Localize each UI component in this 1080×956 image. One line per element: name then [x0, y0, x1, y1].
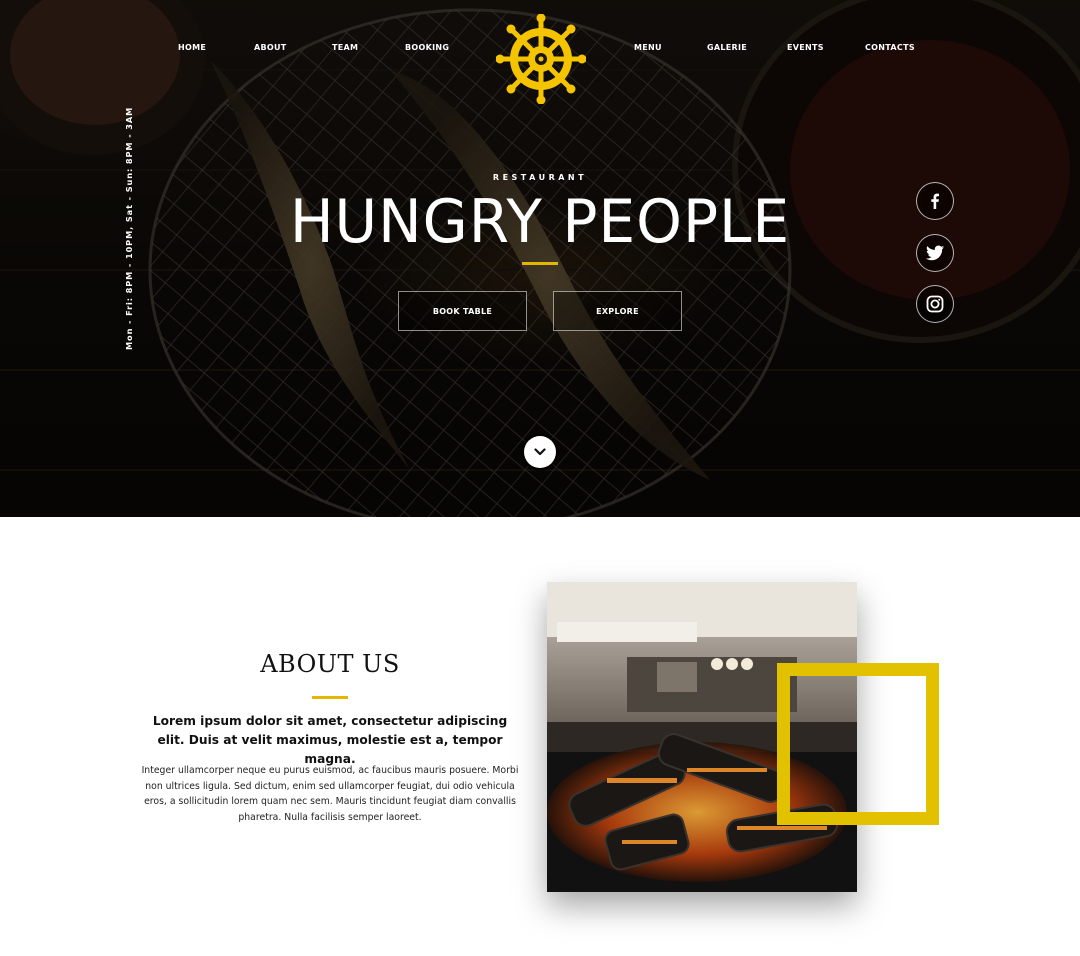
- facebook-link[interactable]: [916, 182, 954, 220]
- nav-link-events[interactable]: EVENTS: [787, 43, 824, 52]
- nav-link-team[interactable]: TEAM: [332, 43, 358, 52]
- instagram-icon: [926, 295, 944, 313]
- nav-link-home[interactable]: HOME: [178, 43, 206, 52]
- scroll-down-button[interactable]: [524, 436, 556, 468]
- about-title-underline: [312, 696, 348, 699]
- opening-hours: Mon - Fri: 8PM - 10PM, Sat - Sun: 8PM - …: [124, 106, 134, 350]
- nav-link-menu[interactable]: MENU: [634, 43, 662, 52]
- instagram-link[interactable]: [916, 285, 954, 323]
- explore-button[interactable]: EXPLORE: [553, 291, 682, 331]
- nav-link-about[interactable]: ABOUT: [254, 43, 287, 52]
- nav-link-contacts[interactable]: CONTACTS: [865, 43, 915, 52]
- facebook-icon: [931, 193, 939, 209]
- hero-title: HUNGRY PEOPLE: [289, 187, 791, 257]
- twitter-icon: [926, 245, 944, 261]
- ship-wheel-logo-icon[interactable]: [496, 14, 586, 104]
- book-table-button[interactable]: BOOK TABLE: [398, 291, 527, 331]
- about-section: ABOUT US Lorem ipsum dolor sit amet, con…: [0, 517, 1080, 956]
- about-body-text: Integer ullamcorper neque eu purus euism…: [141, 765, 519, 823]
- decorative-yellow-frame: [777, 663, 939, 825]
- chevron-down-icon: [534, 448, 546, 456]
- main-navigation: HOME ABOUT TEAM BOOKING MENU GALERIE EVE…: [0, 0, 1080, 104]
- hero-title-underline: [522, 262, 558, 265]
- nav-link-booking[interactable]: BOOKING: [405, 43, 449, 52]
- about-title: ABOUT US: [260, 650, 400, 678]
- nav-link-galerie[interactable]: GALERIE: [707, 43, 747, 52]
- about-lead-text: Lorem ipsum dolor sit amet, consectetur …: [152, 714, 508, 766]
- hero-section: HOME ABOUT TEAM BOOKING MENU GALERIE EVE…: [0, 0, 1080, 517]
- hero-eyebrow: RESTAURANT: [492, 173, 588, 182]
- twitter-link[interactable]: [916, 234, 954, 272]
